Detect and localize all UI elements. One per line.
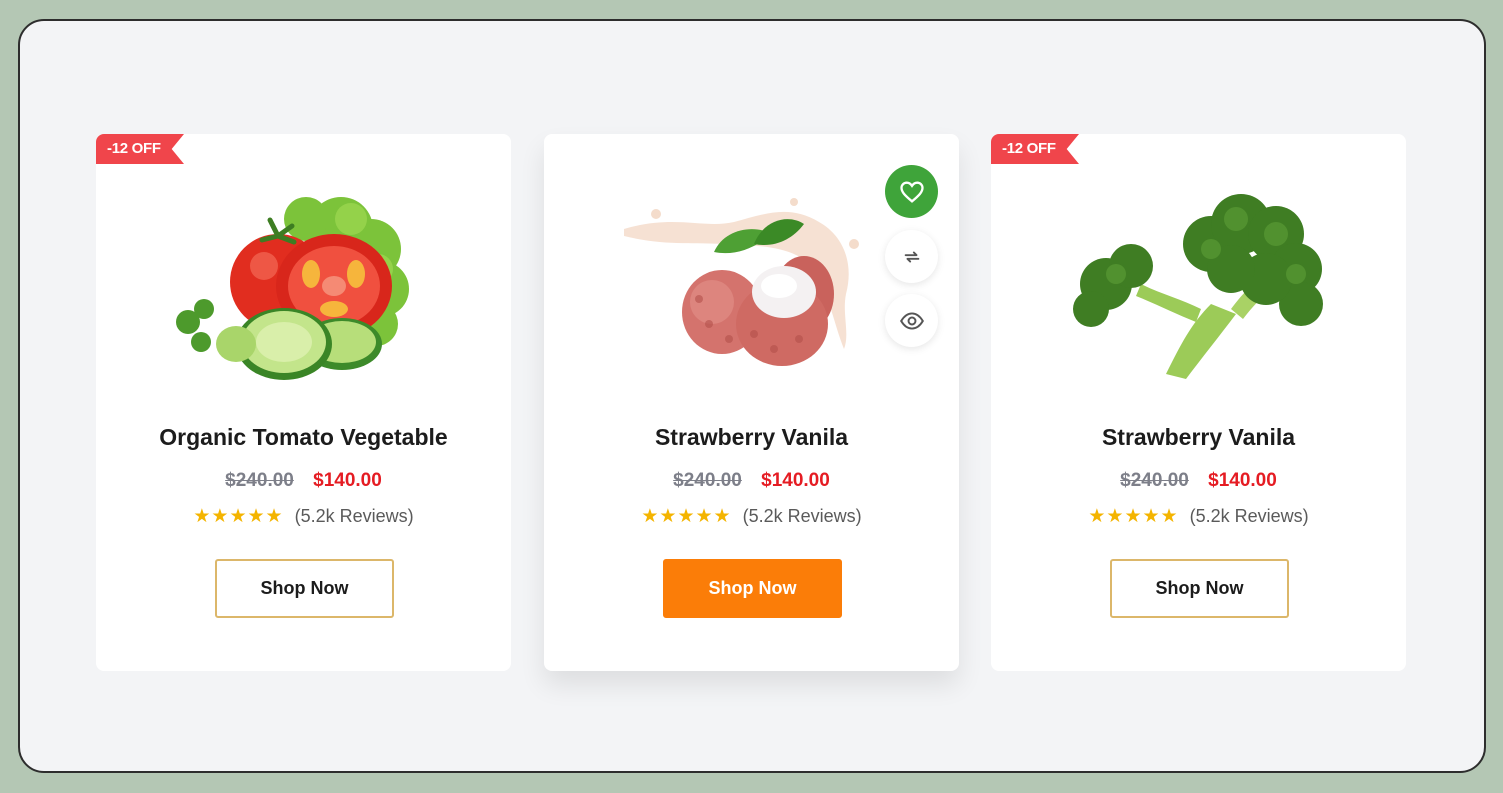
product-image-lychee[interactable] [614, 174, 889, 384]
product-card-broccoli[interactable]: -12 OFF Strawberry Vanila $240.00 $140.0… [991, 134, 1406, 671]
product-card-tomato[interactable]: -12 OFF Organic Tomato Vegetable $240.00… [96, 134, 511, 671]
product-title[interactable]: Organic Tomato Vegetable [96, 424, 511, 451]
sale-price: $140.00 [761, 470, 830, 491]
product-image-tomato[interactable] [166, 174, 441, 384]
price-row: $240.00 $140.00 [96, 470, 511, 492]
eye-icon [899, 311, 924, 330]
compare-button[interactable] [885, 230, 938, 283]
sale-price: $140.00 [313, 470, 382, 491]
product-image-broccoli[interactable] [1061, 174, 1336, 384]
old-price: $240.00 [673, 470, 742, 491]
quick-view-button[interactable] [885, 294, 938, 347]
price-row: $240.00 $140.00 [544, 470, 959, 492]
compare-arrows-icon [904, 251, 919, 262]
shop-now-button[interactable]: Shop Now [215, 559, 394, 618]
star-rating-icon: ★★★★★ [193, 505, 284, 527]
star-rating-icon: ★★★★★ [641, 505, 732, 527]
product-grid-panel: -12 OFF Organic Tomato Vegetable $240.00… [18, 19, 1486, 773]
rating-row: ★★★★★ (5.2k Reviews) [544, 505, 959, 527]
old-price: $240.00 [225, 470, 294, 491]
shop-now-button[interactable]: Shop Now [1110, 559, 1289, 618]
product-title[interactable]: Strawberry Vanila [544, 424, 959, 451]
review-count: (5.2k Reviews) [294, 506, 414, 526]
sale-price: $140.00 [1208, 470, 1277, 491]
review-count: (5.2k Reviews) [1189, 506, 1309, 526]
heart-icon [899, 180, 924, 203]
star-rating-icon: ★★★★★ [1088, 505, 1179, 527]
shop-now-button[interactable]: Shop Now [663, 559, 842, 618]
rating-row: ★★★★★ (5.2k Reviews) [991, 505, 1406, 527]
discount-badge: -12 OFF [991, 134, 1079, 164]
rating-row: ★★★★★ (5.2k Reviews) [96, 505, 511, 527]
review-count: (5.2k Reviews) [742, 506, 862, 526]
product-card-lychee[interactable]: Strawberry Vanila $240.00 $140.00 ★★★★★ … [544, 134, 959, 671]
discount-badge: -12 OFF [96, 134, 184, 164]
old-price: $240.00 [1120, 470, 1189, 491]
product-title[interactable]: Strawberry Vanila [991, 424, 1406, 451]
wishlist-button[interactable] [885, 165, 938, 218]
price-row: $240.00 $140.00 [991, 470, 1406, 492]
